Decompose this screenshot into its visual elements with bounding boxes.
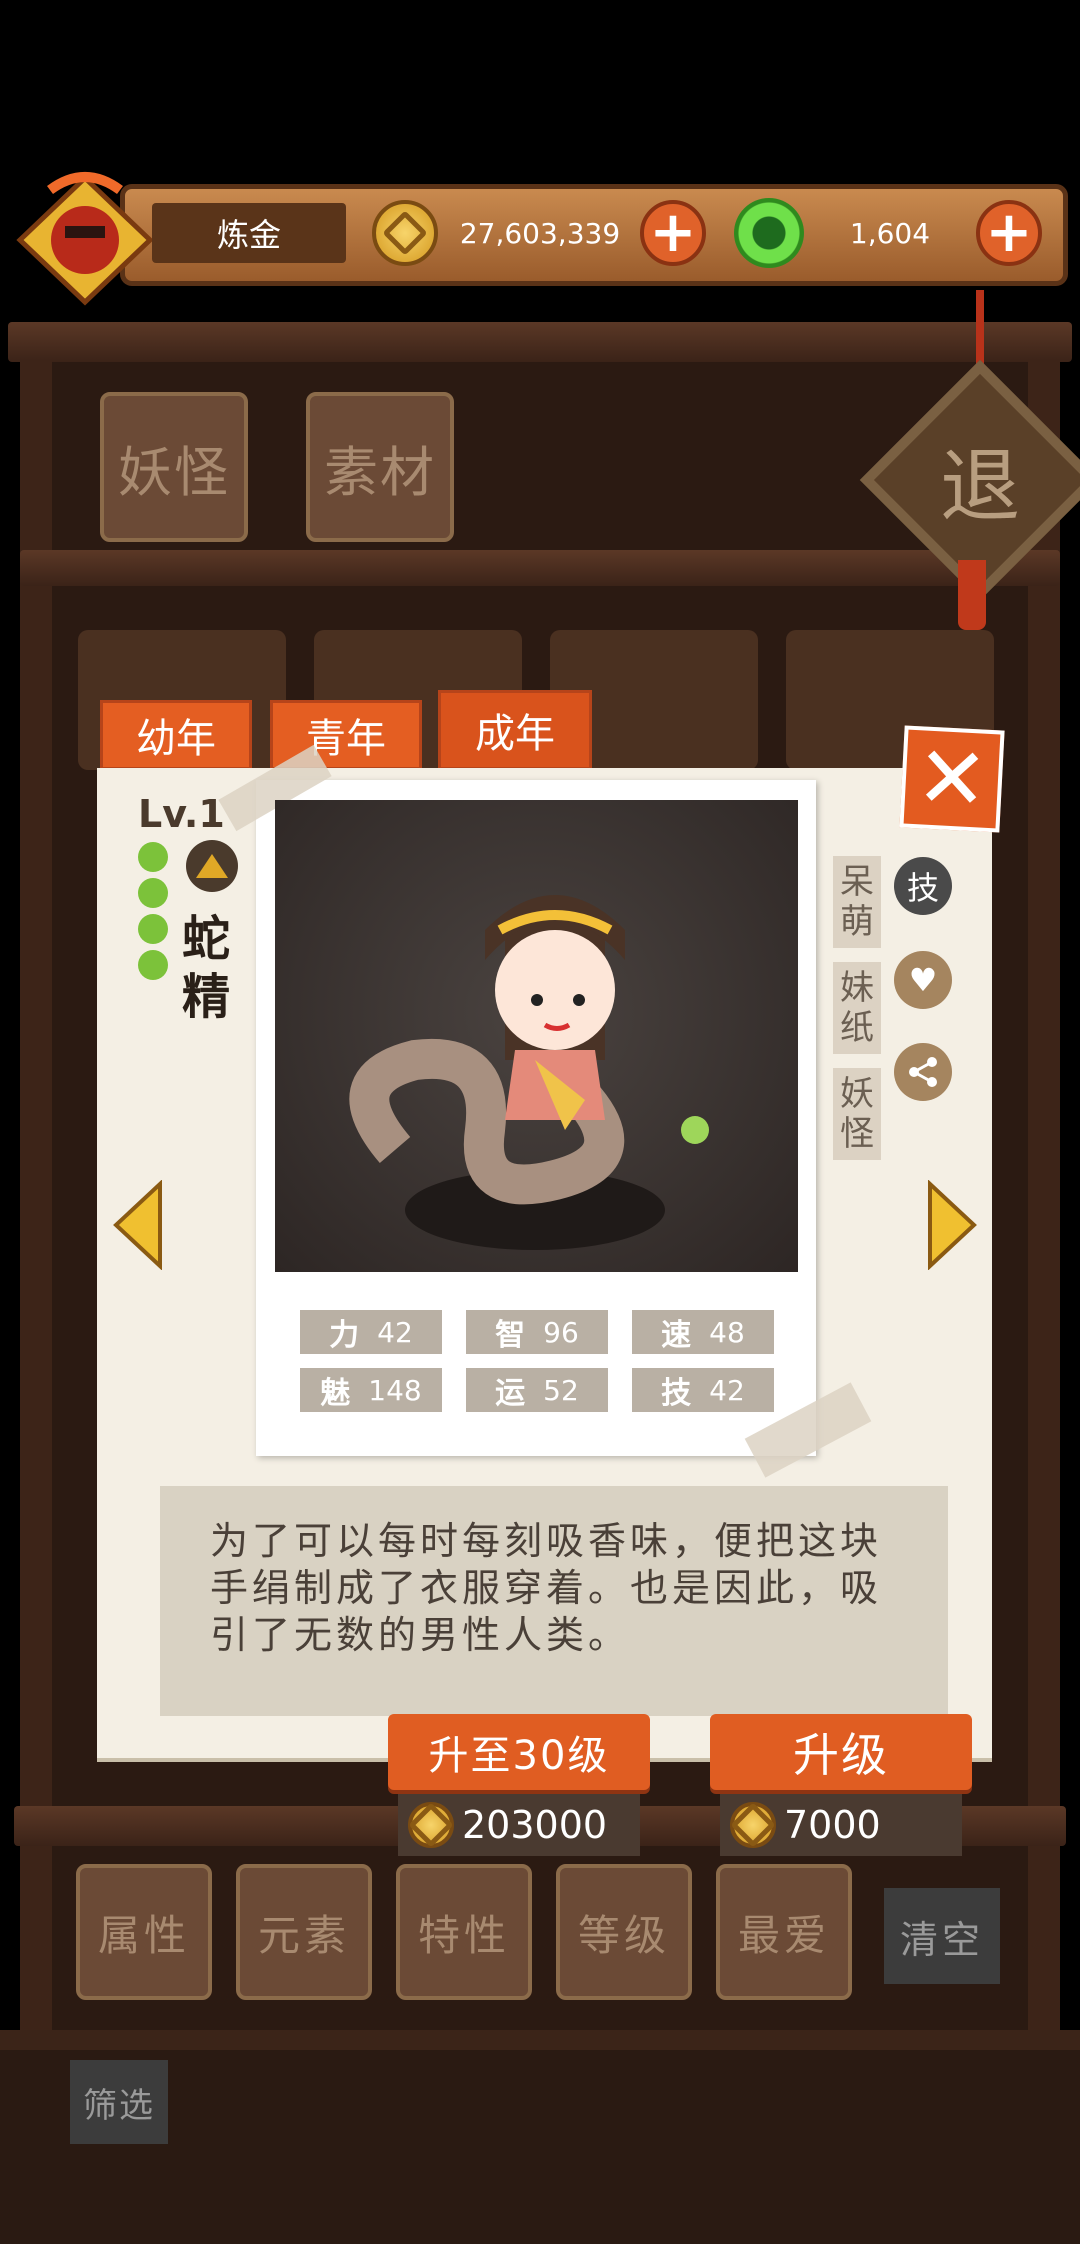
rank-icon [138,914,168,944]
stat-speed: 速 48 [632,1310,774,1354]
gem-amount: 1,604 [849,216,931,250]
player-name: 炼金 [152,203,346,263]
filter-button[interactable]: 筛选 [70,2060,168,2144]
heart-icon[interactable]: ♥ [894,951,952,1009]
upgrade-cost: 7000 [720,1794,962,1856]
tab-monster[interactable]: 妖怪 [100,392,248,542]
stat-strength: 力 42 [300,1310,442,1354]
upgrade-to-30-cost: 203000 [398,1794,640,1856]
filter-element[interactable]: 元素 [236,1864,372,2000]
monster-name-line: 精 [182,969,231,1025]
close-button[interactable]: ✕ [899,725,1005,833]
monster-description: 为了可以每时每刻吸香味，便把这块手绢制成了衣服穿着。也是因此，吸引了无数的男性人… [160,1486,948,1716]
stat-charm: 魅 148 [300,1368,442,1412]
share-icon[interactable] [894,1043,952,1101]
filter-level[interactable]: 等级 [556,1864,692,2000]
stat-luck: 运 52 [466,1368,608,1412]
previous-arrow-icon[interactable] [112,1179,164,1274]
player-avatar[interactable] [10,170,160,310]
stat-intelligence: 智 96 [466,1310,608,1354]
tab-material[interactable]: 素材 [306,392,454,542]
shelf-post-right [1028,360,1060,2060]
filter-trait[interactable]: 特性 [396,1864,532,2000]
stat-value: 148 [368,1373,422,1407]
star-rank [138,842,174,980]
gold-coin-icon [408,1802,454,1848]
gold-amount: 27,603,339 [459,216,621,250]
rank-icon [138,878,168,908]
stat-skill: 技 42 [632,1368,774,1412]
filter-attribute[interactable]: 属性 [76,1864,212,2000]
stat-label: 速 [661,1318,692,1353]
tab-young[interactable]: 幼年 [100,700,252,770]
monster-name-line: 蛇 [182,911,231,967]
stat-value: 48 [709,1315,745,1349]
next-arrow-icon[interactable] [926,1179,978,1274]
monster-name: 蛇 精 [182,910,230,1026]
stat-label: 智 [495,1318,526,1353]
jade-gem-icon [734,198,804,268]
stat-value: 42 [709,1373,745,1407]
monster-level: Lv.1 [138,792,225,836]
rank-icon [138,842,168,872]
stat-value: 42 [377,1315,413,1349]
earth-element-icon [186,840,238,892]
shelf-beam [8,322,1072,362]
shelf-post-left [20,360,52,2060]
stat-value: 96 [543,1315,579,1349]
clear-button[interactable]: 清空 [884,1888,1000,1984]
stat-label: 魅 [320,1376,351,1411]
upgrade-button[interactable]: 升级 [710,1714,972,1790]
add-gold-button[interactable]: + [640,200,706,266]
stat-label: 力 [329,1318,360,1353]
tag-girl: 妹纸 [833,962,881,1054]
stat-label: 运 [495,1376,526,1411]
filter-favorite[interactable]: 最爱 [716,1864,852,2000]
tag-monster: 妖怪 [833,1068,881,1160]
gold-coin-icon [730,1802,776,1848]
add-gem-button[interactable]: + [976,200,1042,266]
gold-coin-icon [372,200,438,266]
rank-icon [138,950,168,980]
stat-value: 52 [543,1373,579,1407]
tassel-icon [958,560,986,630]
cost-value: 7000 [784,1803,881,1847]
stat-label: 技 [661,1376,692,1411]
tag-cute: 呆萌 [833,856,881,948]
upgrade-to-30-button[interactable]: 升至30级 [388,1714,650,1790]
exit-label: 退 [940,440,1020,533]
monster-portrait [275,800,798,1272]
tab-adult[interactable]: 成年 [438,690,592,770]
cost-value: 203000 [462,1803,608,1847]
skill-icon[interactable]: 技 [894,857,952,915]
